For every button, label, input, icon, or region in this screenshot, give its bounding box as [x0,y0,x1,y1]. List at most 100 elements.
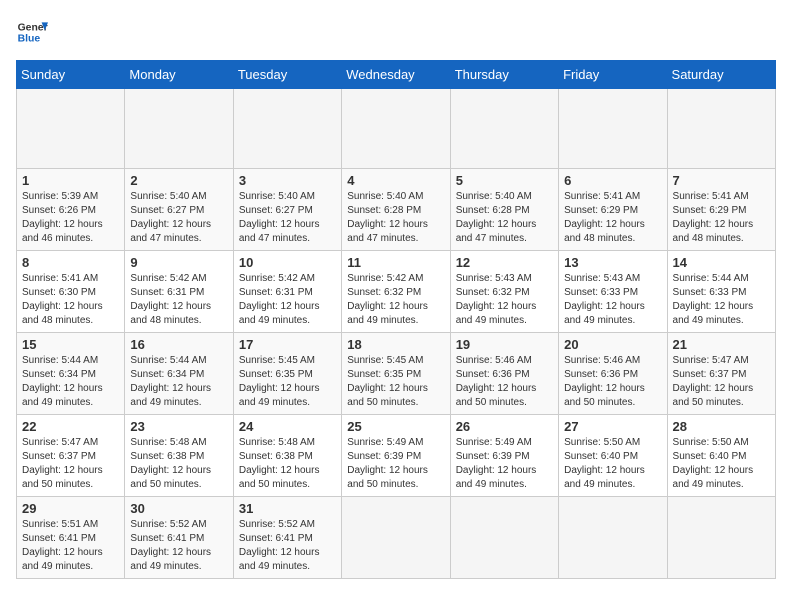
day-number: 1 [22,173,119,188]
calendar-cell: 8 Sunrise: 5:41 AM Sunset: 6:30 PM Daylig… [17,251,125,333]
day-info: Sunrise: 5:44 AM Sunset: 6:34 PM Dayligh… [130,354,227,410]
weekday-header-wednesday: Wednesday [342,61,450,89]
day-info: Sunrise: 5:42 AM Sunset: 6:31 PM Dayligh… [239,272,336,328]
calendar-cell: 15Sunrise: 5:44 AM Sunset: 6:34 PM Dayli… [17,333,125,415]
calendar-cell: 9 Sunrise: 5:42 AM Sunset: 6:31 PM Daylig… [125,251,233,333]
weekday-header-tuesday: Tuesday [233,61,341,89]
day-info: Sunrise: 5:52 AM Sunset: 6:41 PM Dayligh… [239,518,336,574]
day-number: 6 [564,173,661,188]
calendar-cell [17,89,125,169]
calendar-cell: 25Sunrise: 5:49 AM Sunset: 6:39 PM Dayli… [342,415,450,497]
day-info: Sunrise: 5:39 AM Sunset: 6:26 PM Dayligh… [22,190,119,246]
day-number: 24 [239,419,336,434]
calendar-cell [342,497,450,579]
day-number: 30 [130,501,227,516]
calendar-week-row: 8 Sunrise: 5:41 AM Sunset: 6:30 PM Daylig… [17,251,776,333]
day-info: Sunrise: 5:48 AM Sunset: 6:38 PM Dayligh… [239,436,336,492]
day-number: 12 [456,255,553,270]
day-info: Sunrise: 5:50 AM Sunset: 6:40 PM Dayligh… [564,436,661,492]
calendar-cell: 1 Sunrise: 5:39 AM Sunset: 6:26 PM Daylig… [17,169,125,251]
calendar-cell: 4 Sunrise: 5:40 AM Sunset: 6:28 PM Daylig… [342,169,450,251]
weekday-header-monday: Monday [125,61,233,89]
calendar-week-row: 29Sunrise: 5:51 AM Sunset: 6:41 PM Dayli… [17,497,776,579]
day-info: Sunrise: 5:48 AM Sunset: 6:38 PM Dayligh… [130,436,227,492]
calendar-cell: 28Sunrise: 5:50 AM Sunset: 6:40 PM Dayli… [667,415,775,497]
day-info: Sunrise: 5:52 AM Sunset: 6:41 PM Dayligh… [130,518,227,574]
calendar-cell [559,89,667,169]
day-info: Sunrise: 5:42 AM Sunset: 6:31 PM Dayligh… [130,272,227,328]
day-info: Sunrise: 5:49 AM Sunset: 6:39 PM Dayligh… [347,436,444,492]
weekday-header-thursday: Thursday [450,61,558,89]
day-info: Sunrise: 5:40 AM Sunset: 6:27 PM Dayligh… [239,190,336,246]
calendar-cell: 20 Sunrise: 5:46 AM Sunset: 6:36 PM Dayli… [559,333,667,415]
logo: General Blue [16,16,48,48]
day-info: Sunrise: 5:42 AM Sunset: 6:32 PM Dayligh… [347,272,444,328]
day-info: Sunrise: 5:46 AM Sunset: 6:36 PM Dayligh… [456,354,553,410]
day-info: Sunrise: 5:41 AM Sunset: 6:29 PM Dayligh… [564,190,661,246]
calendar-cell [125,89,233,169]
day-number: 22 [22,419,119,434]
calendar-cell: 6 Sunrise: 5:41 AM Sunset: 6:29 PM Daylig… [559,169,667,251]
day-number: 17 [239,337,336,352]
day-info: Sunrise: 5:45 AM Sunset: 6:35 PM Dayligh… [347,354,444,410]
day-number: 20 [564,337,661,352]
calendar-cell: 14Sunrise: 5:44 AM Sunset: 6:33 PM Dayli… [667,251,775,333]
calendar-cell [450,497,558,579]
weekday-header-friday: Friday [559,61,667,89]
calendar-cell [450,89,558,169]
weekday-header-sunday: Sunday [17,61,125,89]
day-info: Sunrise: 5:51 AM Sunset: 6:41 PM Dayligh… [22,518,119,574]
day-info: Sunrise: 5:41 AM Sunset: 6:30 PM Dayligh… [22,272,119,328]
calendar-cell: 24 Sunrise: 5:48 AM Sunset: 6:38 PM Dayli… [233,415,341,497]
day-info: Sunrise: 5:40 AM Sunset: 6:28 PM Dayligh… [456,190,553,246]
calendar-cell: 7 Sunrise: 5:41 AM Sunset: 6:29 PM Daylig… [667,169,775,251]
calendar-cell: 5 Sunrise: 5:40 AM Sunset: 6:28 PM Daylig… [450,169,558,251]
calendar-cell: 19 Sunrise: 5:46 AM Sunset: 6:36 PM Dayli… [450,333,558,415]
day-info: Sunrise: 5:50 AM Sunset: 6:40 PM Dayligh… [673,436,770,492]
calendar-cell [667,89,775,169]
calendar-cell: 23Sunrise: 5:48 AM Sunset: 6:38 PM Dayli… [125,415,233,497]
day-number: 16 [130,337,227,352]
day-info: Sunrise: 5:40 AM Sunset: 6:28 PM Dayligh… [347,190,444,246]
day-info: Sunrise: 5:43 AM Sunset: 6:32 PM Dayligh… [456,272,553,328]
day-number: 7 [673,173,770,188]
calendar-cell: 10 Sunrise: 5:42 AM Sunset: 6:31 PM Dayli… [233,251,341,333]
logo-icon: General Blue [16,16,48,48]
calendar-cell: 11 Sunrise: 5:42 AM Sunset: 6:32 PM Dayli… [342,251,450,333]
day-number: 4 [347,173,444,188]
calendar-cell: 26 Sunrise: 5:49 AM Sunset: 6:39 PM Dayli… [450,415,558,497]
calendar-cell: 18Sunrise: 5:45 AM Sunset: 6:35 PM Dayli… [342,333,450,415]
day-info: Sunrise: 5:44 AM Sunset: 6:34 PM Dayligh… [22,354,119,410]
calendar-cell: 27 Sunrise: 5:50 AM Sunset: 6:40 PM Dayli… [559,415,667,497]
calendar-cell: 21Sunrise: 5:47 AM Sunset: 6:37 PM Dayli… [667,333,775,415]
day-number: 2 [130,173,227,188]
calendar-table: SundayMondayTuesdayWednesdayThursdayFrid… [16,60,776,579]
day-number: 19 [456,337,553,352]
day-info: Sunrise: 5:46 AM Sunset: 6:36 PM Dayligh… [564,354,661,410]
calendar-cell: 16 Sunrise: 5:44 AM Sunset: 6:34 PM Dayli… [125,333,233,415]
day-number: 3 [239,173,336,188]
day-number: 9 [130,255,227,270]
day-info: Sunrise: 5:41 AM Sunset: 6:29 PM Dayligh… [673,190,770,246]
day-info: Sunrise: 5:47 AM Sunset: 6:37 PM Dayligh… [673,354,770,410]
calendar-cell [233,89,341,169]
day-info: Sunrise: 5:49 AM Sunset: 6:39 PM Dayligh… [456,436,553,492]
calendar-cell: 13Sunrise: 5:43 AM Sunset: 6:33 PM Dayli… [559,251,667,333]
weekday-header-row: SundayMondayTuesdayWednesdayThursdayFrid… [17,61,776,89]
calendar-week-row: 1 Sunrise: 5:39 AM Sunset: 6:26 PM Daylig… [17,169,776,251]
day-number: 26 [456,419,553,434]
calendar-cell: 31 Sunrise: 5:52 AM Sunset: 6:41 PM Dayli… [233,497,341,579]
calendar-week-row [17,89,776,169]
calendar-cell: 2 Sunrise: 5:40 AM Sunset: 6:27 PM Daylig… [125,169,233,251]
day-info: Sunrise: 5:40 AM Sunset: 6:27 PM Dayligh… [130,190,227,246]
day-number: 27 [564,419,661,434]
day-number: 5 [456,173,553,188]
day-number: 10 [239,255,336,270]
day-info: Sunrise: 5:45 AM Sunset: 6:35 PM Dayligh… [239,354,336,410]
calendar-cell [559,497,667,579]
day-number: 31 [239,501,336,516]
day-number: 11 [347,255,444,270]
day-number: 8 [22,255,119,270]
weekday-header-saturday: Saturday [667,61,775,89]
calendar-cell: 12 Sunrise: 5:43 AM Sunset: 6:32 PM Dayli… [450,251,558,333]
